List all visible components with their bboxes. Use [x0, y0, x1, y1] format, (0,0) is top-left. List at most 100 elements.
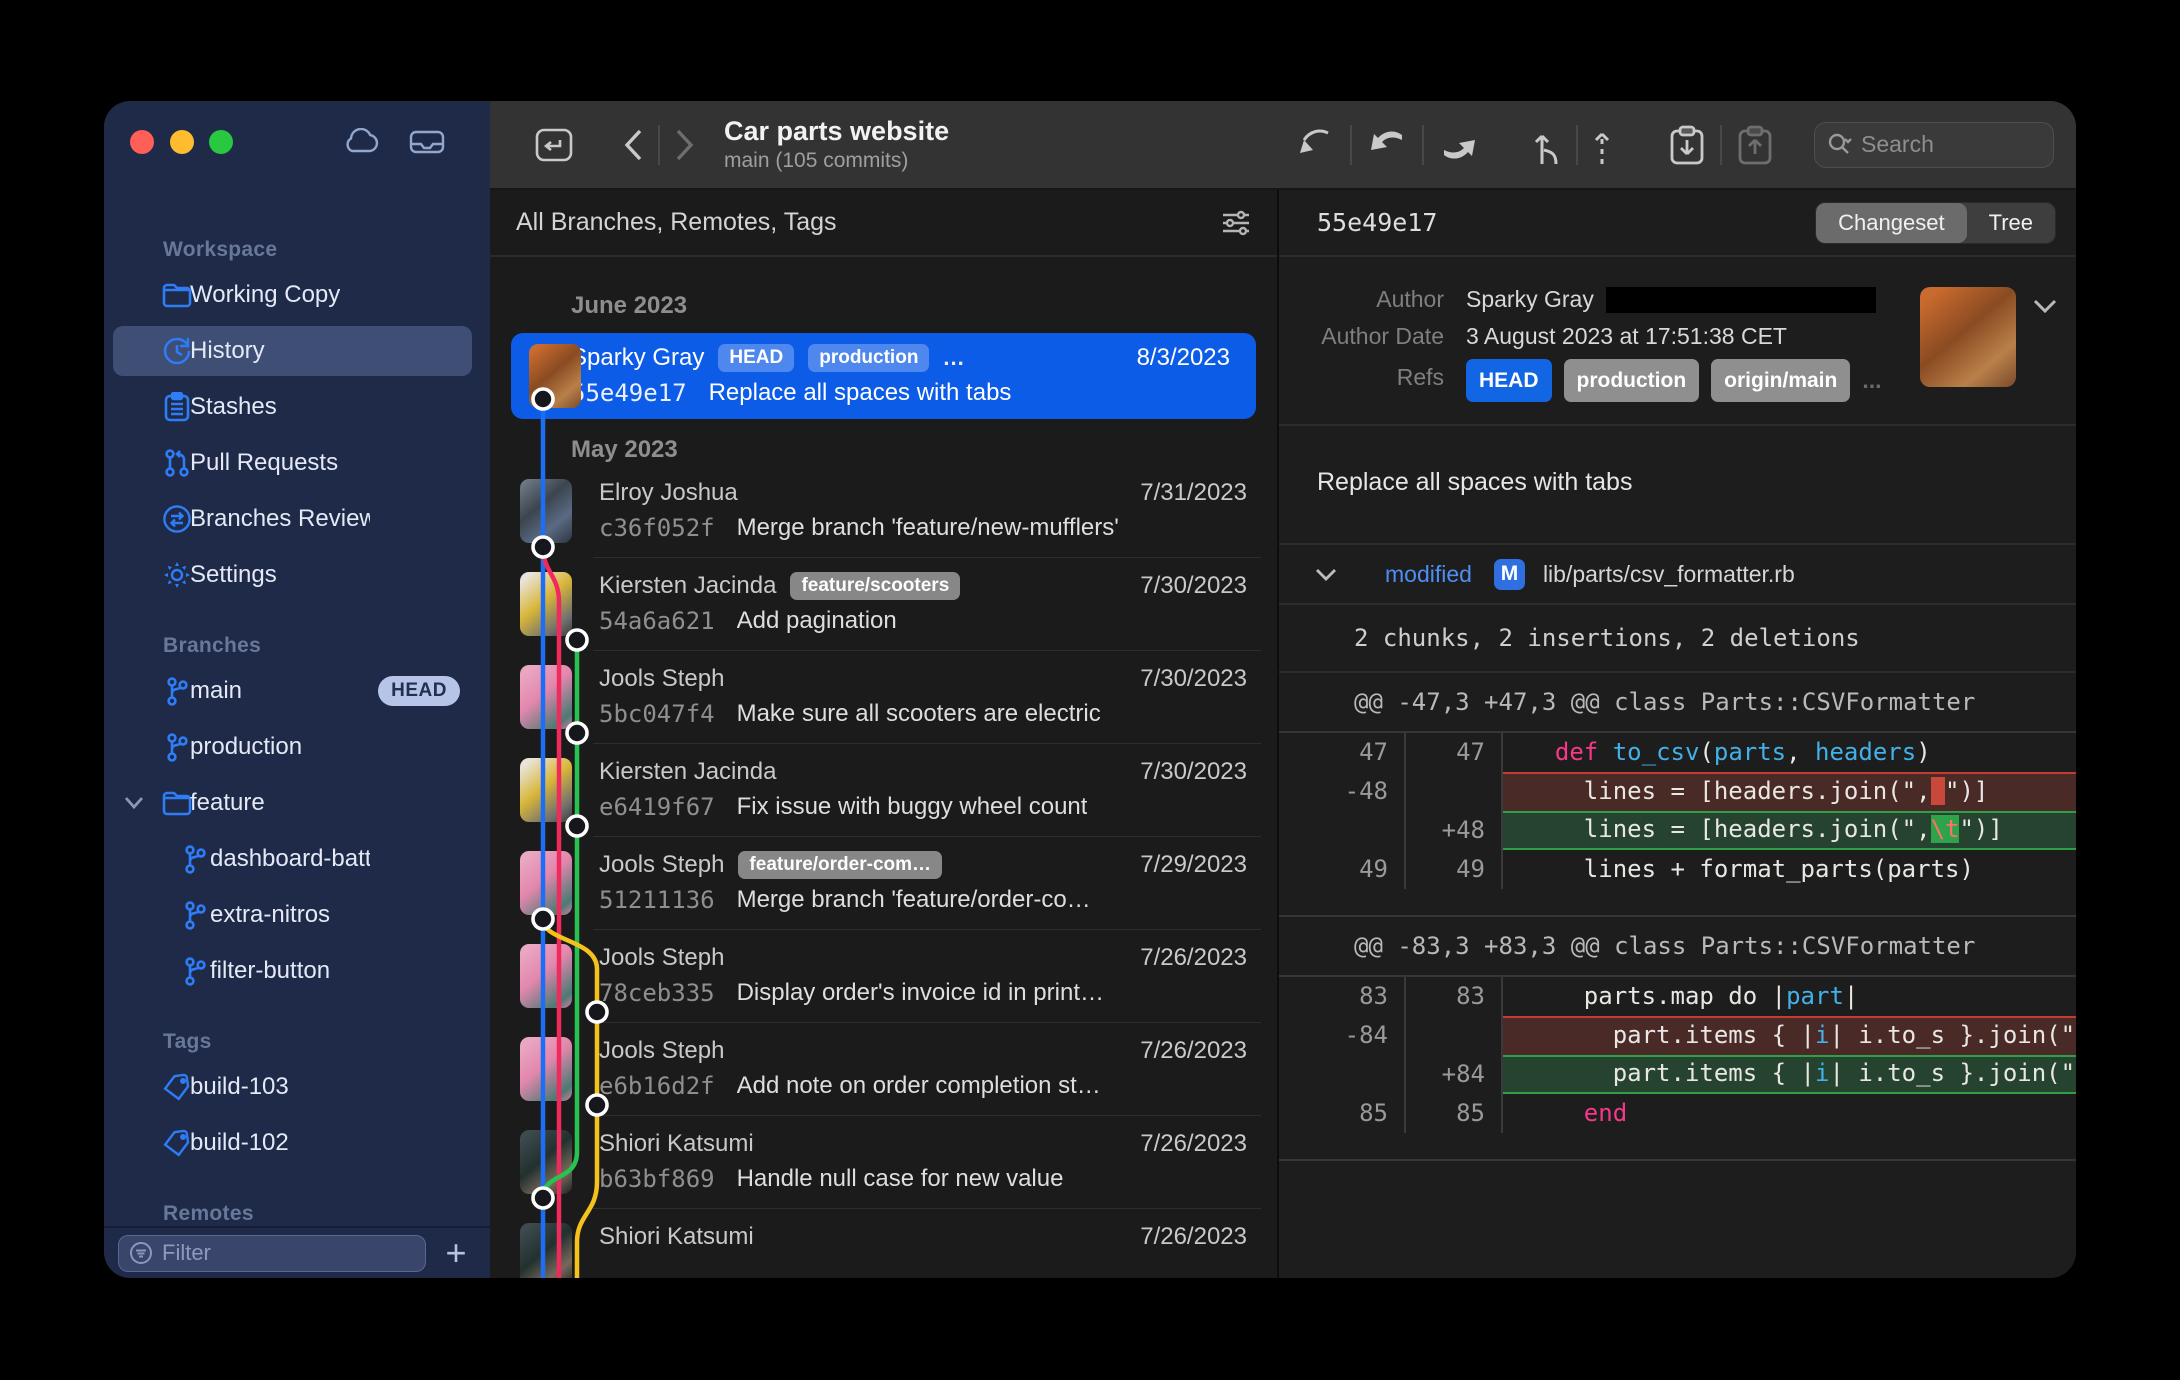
tag-icon — [160, 1073, 194, 1101]
rebase-button[interactable] — [1592, 124, 1612, 166]
commit-row[interactable]: Jools Stephfeature/order-com…7/29/202351… — [490, 837, 1277, 930]
sidebar-item-branches-review[interactable]: Branches Review — [104, 491, 490, 547]
diff-line-add: +48 lines = [headers.join(",\t")] — [1279, 811, 2076, 850]
old-line-number: 47 — [1279, 733, 1406, 772]
sidebar-item-settings[interactable]: Settings — [104, 547, 490, 603]
drive-icon[interactable] — [409, 128, 445, 156]
sidebar-item-extra-nitros[interactable]: extra-nitros — [104, 887, 490, 943]
sidebar-item-working-copy[interactable]: Working Copy — [104, 267, 490, 323]
sidebar-item-build-102[interactable]: build-102 — [104, 1115, 490, 1171]
redacted-email — [1606, 287, 1876, 313]
stash-save-button[interactable] — [1668, 124, 1706, 166]
close-window-button[interactable] — [130, 130, 154, 154]
sidebar-item-feature[interactable]: feature — [104, 775, 490, 831]
view-mode-toggle: Changeset Tree — [1815, 202, 2056, 244]
filter-input[interactable] — [162, 1240, 415, 1266]
commit-author: Jools Steph — [599, 665, 724, 693]
search-field[interactable] — [1814, 122, 2054, 168]
merge-button[interactable] — [1532, 124, 1562, 166]
avatar — [520, 944, 572, 1008]
commit-row[interactable]: Shiori Katsumi7/26/2023 — [490, 1209, 1277, 1278]
sidebar-filter-field[interactable] — [118, 1235, 426, 1272]
sidebar-item-history[interactable]: History — [104, 323, 490, 379]
pull-request-icon — [160, 448, 194, 478]
tab-changeset[interactable]: Changeset — [1816, 203, 1966, 243]
commit-author: Jools Steph — [599, 851, 724, 879]
commit-row[interactable]: Sparky GrayHEADproduction...8/3/202355e4… — [511, 333, 1256, 419]
sidebar-item-build-103[interactable]: build-103 — [104, 1059, 490, 1115]
sidebar-item-label: Settings — [190, 561, 370, 589]
diff-line-ctx: 4747 def to_csv(parts, headers) — [1279, 733, 2076, 772]
stash-icon — [160, 392, 194, 422]
sidebar-section-workspace: WorkspaceWorking CopyHistoryStashesPull … — [104, 233, 490, 603]
commit-line-2: 55e49e17Replace all spaces with tabs — [571, 379, 1230, 407]
diff-code: def to_csv(parts, headers) — [1503, 733, 2076, 772]
minimize-window-button[interactable] — [170, 130, 194, 154]
sidebar-filter-bar: + — [104, 1226, 490, 1278]
stash-pop-button[interactable] — [1736, 124, 1774, 166]
sidebar-item-label: Working Copy — [190, 281, 370, 309]
zoom-window-button[interactable] — [209, 130, 233, 154]
commit-message: Add pagination — [737, 607, 897, 635]
cloud-icon[interactable] — [342, 128, 380, 156]
ref-badge-head[interactable]: HEAD — [1466, 359, 1552, 402]
commit-line-1: Elroy Joshua7/31/2023 — [599, 479, 1247, 507]
commit-row[interactable]: Shiori Katsumi7/26/2023 b63bf869Handle nu… — [490, 1116, 1277, 1209]
chevron-down-icon[interactable] — [124, 796, 144, 810]
commit-row[interactable]: Jools Steph7/26/2023e6b16d2fAdd note on … — [490, 1023, 1277, 1116]
commit-hash: 51211136 — [599, 886, 715, 914]
ref-badge-origin-main[interactable]: origin/main — [1711, 359, 1850, 402]
add-button[interactable]: + — [436, 1235, 476, 1271]
new-line-number: 85 — [1406, 1094, 1503, 1133]
commit-row[interactable]: Kiersten Jacinda7/30/2023e6419f67Fix iss… — [490, 744, 1277, 837]
commit-scroll-area[interactable]: June 2023Sparky GrayHEADproduction...8/3… — [490, 257, 1277, 1278]
commit-date: 7/30/2023 — [1140, 572, 1247, 600]
commit-row-content: Jools Steph7/26/2023e6b16d2fAdd note on … — [490, 1023, 1277, 1116]
search-input[interactable] — [1861, 131, 2041, 158]
sidebar-section-tags: Tagsbuild-103build-102 — [104, 1025, 490, 1171]
commit-line-1: Shiori Katsumi7/26/2023 — [599, 1130, 1247, 1158]
search-icon — [1827, 132, 1853, 158]
commit-message: Replace all spaces with tabs — [709, 379, 1012, 407]
ref-badge-production[interactable]: production — [1564, 359, 1700, 402]
back-button[interactable] — [622, 128, 644, 162]
commit-line-2: b63bf869Handle null case for new value — [599, 1165, 1247, 1193]
commit-row[interactable]: Kiersten Jacindafeature/scooters7/30/202… — [490, 558, 1277, 651]
branch-icon — [178, 900, 212, 930]
commit-hash: c36f052f — [599, 514, 715, 542]
branch-icon — [160, 676, 194, 706]
commit-author: Kiersten Jacinda — [599, 572, 776, 600]
old-line-number — [1279, 811, 1406, 850]
collapse-file-icon[interactable] — [1315, 567, 1361, 582]
sidebar-item-production[interactable]: production — [104, 719, 490, 775]
divider — [1350, 125, 1352, 165]
avatar — [520, 665, 572, 729]
commit-row-content: Jools Steph7/26/202378ceb335Display orde… — [490, 930, 1277, 1023]
old-line-number: -84 — [1279, 1016, 1406, 1055]
tab-tree[interactable]: Tree — [1967, 203, 2055, 243]
commit-row[interactable]: Elroy Joshua7/31/2023c36f052fMerge branc… — [490, 465, 1277, 558]
avatar — [520, 479, 572, 543]
fetch-button[interactable] — [1294, 125, 1336, 165]
sidebar-item-dashboard-batteri-[interactable]: dashboard-batteri… — [104, 831, 490, 887]
commit-row[interactable]: Jools Steph7/30/20235bc047f4Make sure al… — [490, 651, 1277, 744]
filter-options-icon[interactable] — [1221, 209, 1251, 237]
commit-group-label: May 2023 — [571, 435, 1277, 465]
sidebar-item-filter-button[interactable]: filter-button — [104, 943, 490, 999]
diff-code: part.items { |i| i.to_s }.join(", ") — [1503, 1016, 2076, 1055]
commit-line-2: 78ceb335Display order's invoice id in pr… — [599, 979, 1247, 1007]
sidebar-item-stashes[interactable]: Stashes — [104, 379, 490, 435]
sidebar-item-pull-requests[interactable]: Pull Requests — [104, 435, 490, 491]
commit-row[interactable]: Jools Steph7/26/202378ceb335Display orde… — [490, 930, 1277, 1023]
chevron-down-icon[interactable] — [2032, 297, 2058, 315]
ref-badge: production — [808, 344, 929, 372]
forward-button[interactable] — [674, 128, 696, 162]
window-title: Car parts website main (105 commits) — [724, 115, 949, 175]
open-repository-button[interactable] — [534, 127, 574, 163]
pull-button[interactable] — [1366, 125, 1408, 165]
changed-file-row[interactable]: modified M lib/parts/csv_formatter.rb — [1279, 543, 2076, 605]
commit-message: Make sure all scooters are electric — [737, 700, 1101, 728]
commit-line-1: Kiersten Jacinda7/30/2023 — [599, 758, 1247, 786]
push-button[interactable] — [1438, 125, 1480, 165]
sidebar-item-main[interactable]: mainHEAD — [104, 663, 490, 719]
